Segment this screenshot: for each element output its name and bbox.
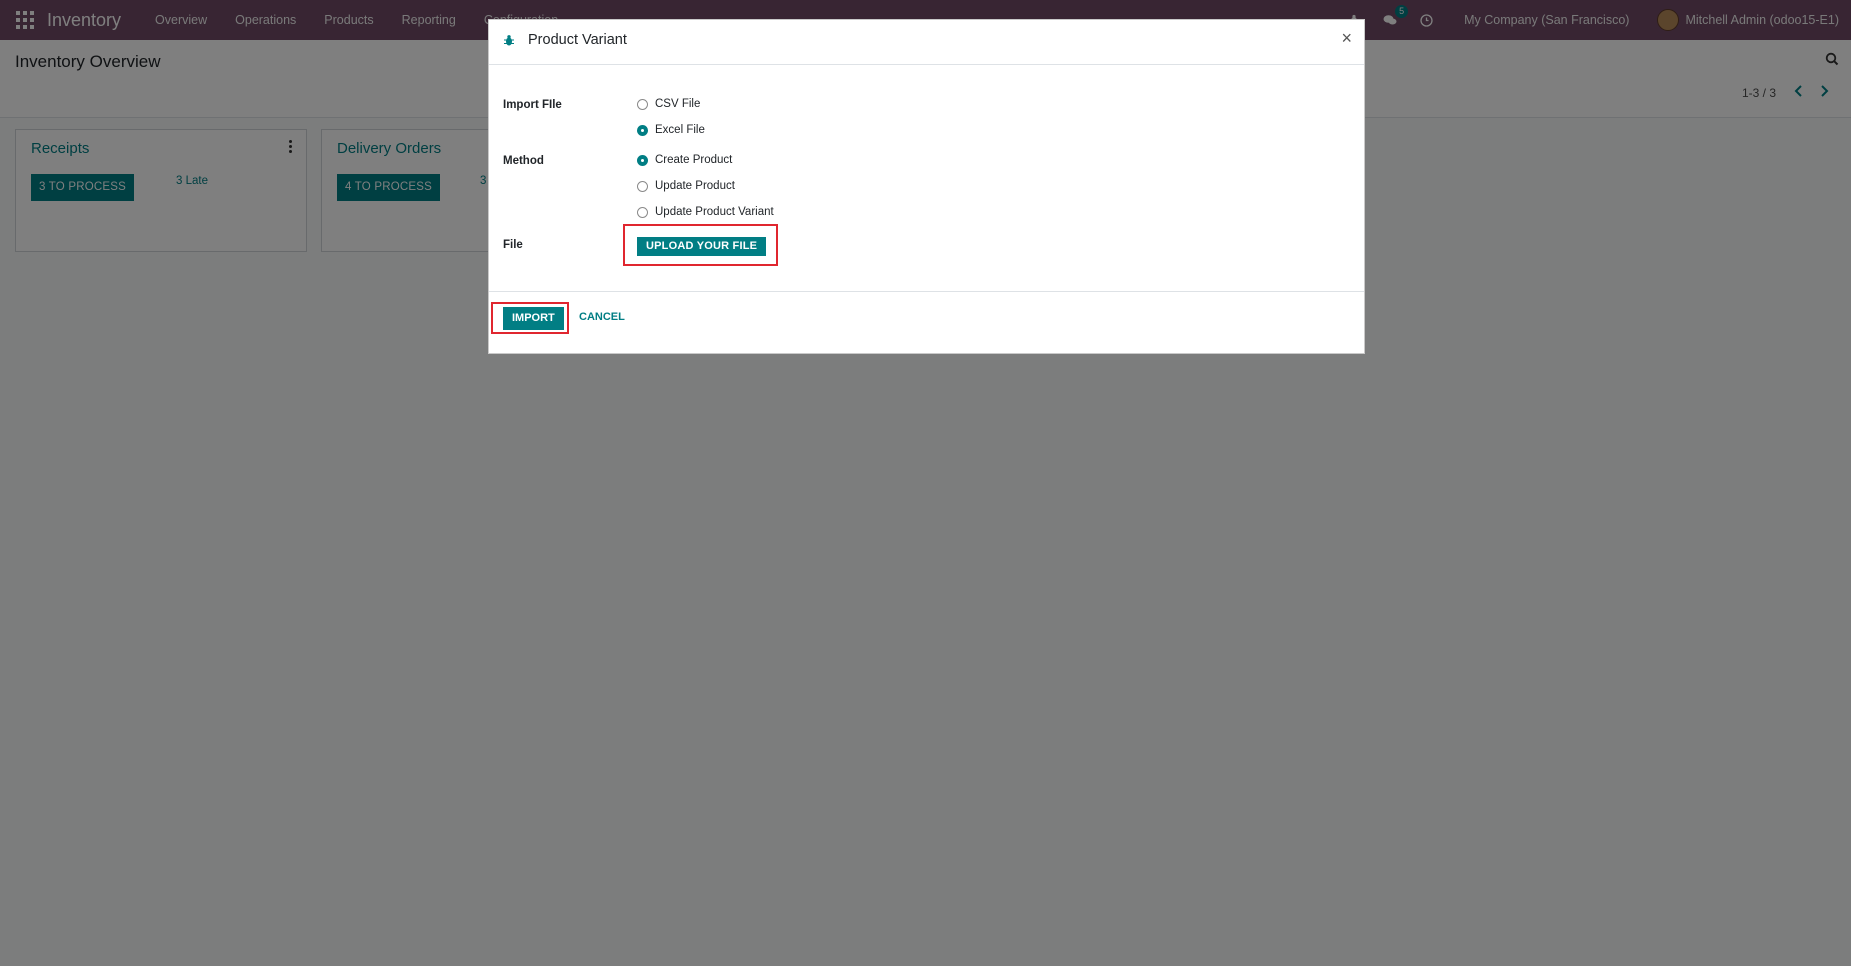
radio-button[interactable] bbox=[637, 154, 648, 166]
radio-label: CSV File bbox=[655, 98, 701, 110]
modal-header: Product Variant × bbox=[489, 20, 1364, 65]
radio-button[interactable] bbox=[637, 124, 648, 136]
import-button[interactable]: IMPORT bbox=[503, 307, 564, 330]
method-label: Method bbox=[503, 155, 544, 167]
radio-label: Excel File bbox=[655, 124, 705, 136]
cancel-button[interactable]: CANCEL bbox=[579, 311, 625, 323]
radio-excel-file[interactable]: Excel File bbox=[637, 124, 705, 136]
radio-label: Create Product bbox=[655, 154, 733, 166]
import-file-label: Import FIle bbox=[503, 99, 562, 111]
debug-bug-icon bbox=[503, 34, 517, 48]
upload-file-button[interactable]: UPLOAD YOUR FILE bbox=[637, 237, 767, 256]
radio-csv-file[interactable]: CSV File bbox=[637, 98, 700, 110]
modal-title: Product Variant bbox=[528, 32, 627, 48]
radio-button[interactable] bbox=[637, 98, 648, 110]
radio-create-product[interactable]: Create Product bbox=[637, 154, 732, 166]
product-variant-dialog: Product Variant × Import FIle CSV File E… bbox=[488, 19, 1365, 354]
file-label: File bbox=[503, 239, 523, 251]
radio-label: Update Product Variant bbox=[655, 206, 774, 218]
radio-update-product-variant[interactable]: Update Product Variant bbox=[637, 206, 774, 218]
radio-label: Update Product bbox=[655, 180, 735, 192]
modal-footer: IMPORT CANCEL bbox=[489, 291, 1364, 355]
close-icon[interactable]: × bbox=[1341, 28, 1352, 49]
radio-button[interactable] bbox=[637, 206, 648, 218]
radio-update-product[interactable]: Update Product bbox=[637, 180, 735, 192]
radio-button[interactable] bbox=[637, 180, 648, 192]
